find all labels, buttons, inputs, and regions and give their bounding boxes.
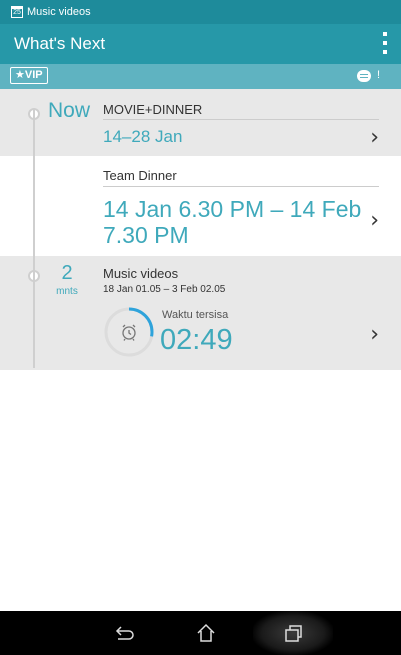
event-title: Team Dinner [103, 168, 177, 183]
remaining-time: 02:49 [160, 324, 233, 356]
chevron-right-icon[interactable]: › [370, 322, 379, 347]
now-label: Now [48, 99, 91, 122]
app-bar: What's Next [0, 24, 401, 64]
alarm-clock-icon [122, 324, 136, 341]
calendar-icon: 25 [11, 6, 23, 18]
chevron-right-icon[interactable]: › [370, 125, 379, 150]
chevron-right-icon[interactable]: › [370, 208, 379, 233]
status-bar: 25 Music videos [0, 0, 401, 24]
back-icon[interactable] [112, 611, 134, 655]
divider [103, 186, 379, 187]
vip-bar: ★VIP ! [0, 64, 401, 89]
event-date-line2: 7.30 PM [103, 222, 189, 248]
remaining-label: Waktu tersisa [162, 309, 229, 321]
vip-badge[interactable]: ★VIP [10, 67, 48, 84]
event-date: 14–28 Jan [103, 127, 183, 146]
event-title: Music videos [103, 266, 179, 281]
nav-bar [0, 611, 401, 655]
timeline-line [33, 110, 35, 368]
recent-apps-icon[interactable] [282, 611, 304, 655]
minutes-unit: mnts [56, 286, 78, 297]
countdown-ring [104, 307, 154, 357]
event-title: MOVIE+DINNER [103, 102, 203, 117]
event-date-line1: 14 Jan 6.30 PM – 14 Feb [103, 196, 362, 222]
event-card-movie-dinner[interactable]: Now MOVIE+DINNER 14–28 Jan › [0, 89, 401, 156]
page-title: What's Next [14, 34, 106, 53]
status-title: Music videos [27, 6, 91, 18]
event-date: 18 Jan 01.05 – 3 Feb 02.05 [103, 284, 226, 295]
event-card-music-videos[interactable]: 2 mnts Music videos 18 Jan 01.05 – 3 Feb… [0, 256, 401, 370]
overflow-menu-icon[interactable] [382, 32, 388, 54]
home-icon[interactable] [195, 611, 217, 655]
divider [103, 119, 379, 120]
chat-icon[interactable] [357, 70, 371, 82]
notify-indicator: ! [376, 69, 380, 81]
event-card-team-dinner[interactable]: Team Dinner 14 Jan 6.30 PM – 14 Feb 7.30… [0, 156, 401, 256]
minutes-count: 2 [61, 262, 73, 284]
